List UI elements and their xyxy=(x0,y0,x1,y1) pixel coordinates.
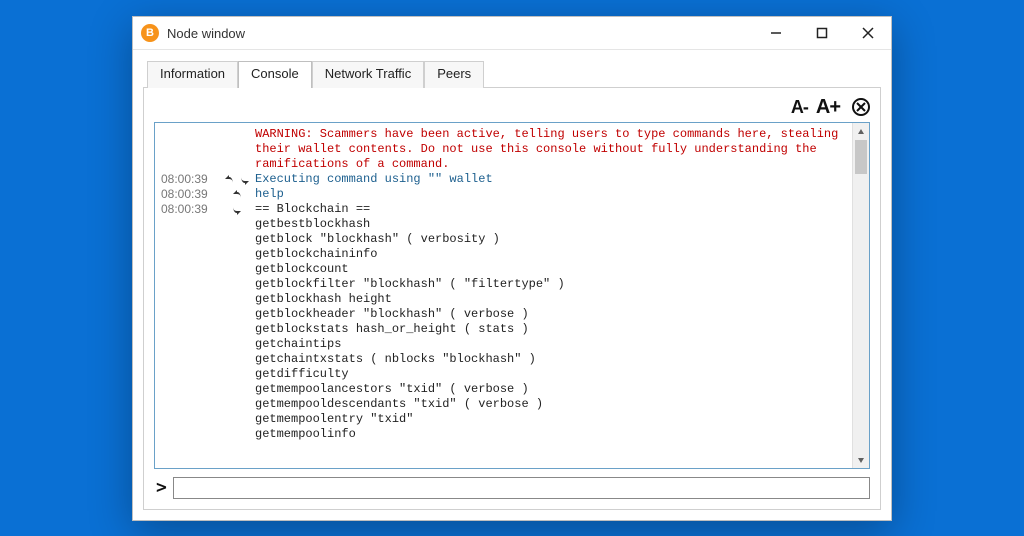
console-panel: A- A+ WARNING: Scammers have been active… xyxy=(143,87,881,510)
minimize-icon xyxy=(770,27,782,39)
reply-in-icon xyxy=(230,203,244,217)
output-text: == Blockchain == getbestblockhash getblo… xyxy=(255,202,850,442)
vertical-scrollbar[interactable] xyxy=(852,123,869,468)
direction-col xyxy=(219,187,255,202)
clear-console-button[interactable] xyxy=(852,98,870,116)
direction-col xyxy=(219,202,255,217)
timestamp: 08:00:39 xyxy=(157,172,219,187)
reply-out-icon xyxy=(230,188,244,202)
timestamp: 08:00:39 xyxy=(157,202,219,217)
titlebar: B Node window xyxy=(133,17,891,49)
console-toolbar: A- A+ xyxy=(154,96,870,122)
client-area: Information Console Network Traffic Peer… xyxy=(133,49,891,520)
command-input-row: > xyxy=(154,477,870,499)
tab-peers[interactable]: Peers xyxy=(424,61,484,88)
window-title: Node window xyxy=(167,26,245,41)
reply-in-icon xyxy=(238,173,252,187)
console-row: 08:00:39 Executing command using "" wall… xyxy=(157,172,850,187)
tab-information[interactable]: Information xyxy=(147,61,238,88)
tab-console[interactable]: Console xyxy=(238,61,312,88)
console-row-warning: WARNING: Scammers have been active, tell… xyxy=(157,127,850,172)
scroll-up-arrow-icon[interactable] xyxy=(853,123,869,140)
command-text: help xyxy=(255,187,850,202)
close-button[interactable] xyxy=(845,17,891,49)
x-icon xyxy=(856,102,866,112)
reply-out-icon xyxy=(222,173,236,187)
console-row: 08:00:39 == Blockchain == getbestblockha… xyxy=(157,202,850,442)
tab-network-traffic[interactable]: Network Traffic xyxy=(312,61,424,88)
command-input[interactable] xyxy=(173,477,870,499)
console-scroll[interactable]: WARNING: Scammers have been active, tell… xyxy=(155,123,852,468)
scrollbar-thumb[interactable] xyxy=(855,140,867,174)
maximize-icon xyxy=(816,27,828,39)
timestamp: 08:00:39 xyxy=(157,187,219,202)
bitcoin-b: B xyxy=(146,28,154,39)
tab-bar: Information Console Network Traffic Peer… xyxy=(143,61,881,88)
bitcoin-icon: B xyxy=(141,24,159,42)
scroll-down-arrow-icon[interactable] xyxy=(853,451,869,468)
node-window: B Node window Information Console Networ… xyxy=(132,16,892,521)
warning-text: WARNING: Scammers have been active, tell… xyxy=(255,127,850,172)
scrollbar-track[interactable] xyxy=(853,140,869,451)
close-icon xyxy=(862,27,874,39)
font-decrease-button[interactable]: A- xyxy=(791,98,808,116)
console-row: 08:00:39 help xyxy=(157,187,850,202)
maximize-button[interactable] xyxy=(799,17,845,49)
direction-col xyxy=(219,127,255,128)
prompt-icon: > xyxy=(154,479,167,497)
console-output: WARNING: Scammers have been active, tell… xyxy=(154,122,870,469)
font-increase-button[interactable]: A+ xyxy=(816,97,840,117)
exec-text: Executing command using "" wallet xyxy=(255,172,850,187)
minimize-button[interactable] xyxy=(753,17,799,49)
direction-col xyxy=(219,172,255,187)
